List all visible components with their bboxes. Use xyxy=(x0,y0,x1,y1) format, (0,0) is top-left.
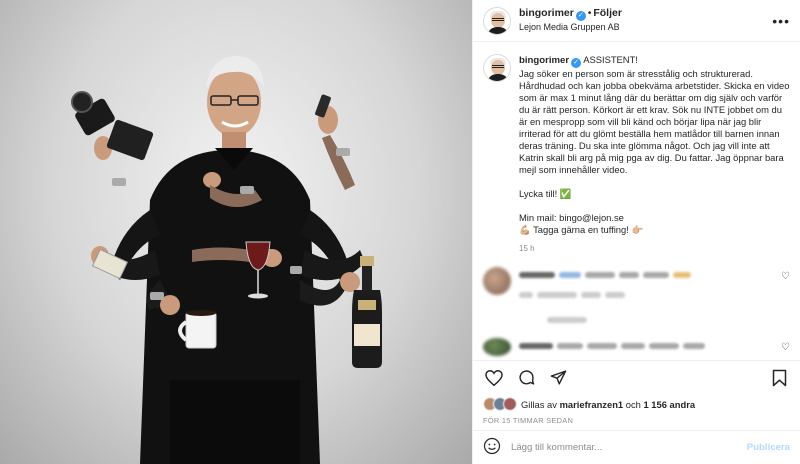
likes-others[interactable]: 1 156 andra xyxy=(643,399,695,410)
caption-mail: Min mail: bingo@lejon.se xyxy=(519,212,624,223)
verified-badge-icon: ✓ xyxy=(575,11,586,21)
likes-conj: och xyxy=(625,398,641,410)
comment-item: ♡ xyxy=(483,267,790,326)
comments-area: bingorimer ✓ ASSISTENT! Jag söker en pers… xyxy=(473,42,800,360)
caption-username[interactable]: bingorimer xyxy=(519,55,569,66)
profile-avatar[interactable] xyxy=(483,6,511,35)
comment-item: ♡ xyxy=(483,338,790,356)
caption-avatar[interactable] xyxy=(483,54,511,82)
heart-outline-icon[interactable] xyxy=(483,367,505,389)
caption-text: bingorimer ✓ ASSISTENT! Jag söker en pers… xyxy=(519,54,790,242)
post-side-panel: bingorimer ✓ • Följer Lejon Media Gruppen A… xyxy=(472,0,800,464)
comment-input[interactable] xyxy=(511,442,747,453)
liker-avatars[interactable] xyxy=(483,397,517,411)
likes-summary: Gillas av mariefranzen1 och 1 156 andra xyxy=(473,394,800,414)
caption-title: ASSISTENT! xyxy=(583,54,638,65)
action-bar xyxy=(473,360,800,394)
post-header: bingorimer ✓ • Följer Lejon Media Gruppen A… xyxy=(473,0,800,42)
smiley-icon[interactable] xyxy=(483,437,501,458)
blurred-avatar-icon[interactable] xyxy=(483,338,511,356)
blurred-comment-text xyxy=(519,338,759,352)
bookmark-icon[interactable] xyxy=(768,367,790,389)
posted-time[interactable]: FÖR 15 TIMMAR SEDAN xyxy=(473,414,800,430)
comment-icon[interactable] xyxy=(515,367,537,389)
likes-prefix: Gillas av xyxy=(521,398,557,410)
add-comment-bar: Publicera xyxy=(473,430,800,464)
heart-outline-icon[interactable]: ♡ xyxy=(781,342,790,353)
more-options-icon[interactable]: ••• xyxy=(772,13,790,29)
blurred-avatar-icon[interactable] xyxy=(483,267,511,295)
caption: bingorimer ✓ ASSISTENT! Jag söker en pers… xyxy=(483,54,790,242)
photo-illustration xyxy=(71,56,382,464)
header-username[interactable]: bingorimer xyxy=(519,7,574,19)
paper-plane-icon[interactable] xyxy=(547,367,569,389)
header-subtitle[interactable]: Lejon Media Gruppen AB xyxy=(519,21,622,34)
post-viewer: bingorimer ✓ • Följer Lejon Media Gruppen A… xyxy=(0,0,800,464)
caption-paragraph: Jag söker en person som är stresstålig o… xyxy=(519,68,790,175)
heart-outline-icon[interactable]: ♡ xyxy=(781,271,790,282)
caption-tag: 💪🏼 Tagga gärna en tuffing! 👉🏼 xyxy=(519,224,644,235)
header-text: bingorimer ✓ • Följer Lejon Media Gruppen A… xyxy=(519,7,622,34)
post-photo[interactable] xyxy=(0,0,472,464)
publish-button[interactable]: Publicera xyxy=(747,442,790,453)
caption-time[interactable]: 15 h xyxy=(519,244,790,253)
blurred-comment-text xyxy=(519,267,759,326)
caption-luck: Lycka till! ✅ xyxy=(519,188,572,199)
following-button[interactable]: Följer xyxy=(593,7,622,19)
likes-user[interactable]: mariefranzen1 xyxy=(560,399,624,410)
verified-badge-icon: ✓ xyxy=(571,58,582,68)
separator: • xyxy=(587,8,592,19)
